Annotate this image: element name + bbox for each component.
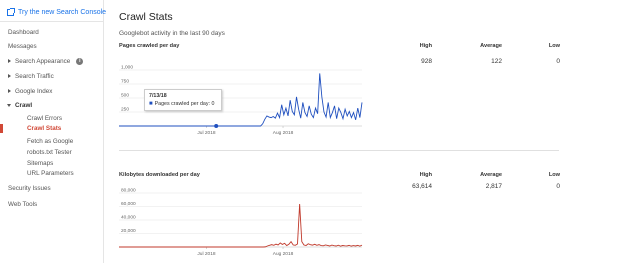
sidebar-item-url-parameters[interactable]: URL Parameters <box>27 170 74 177</box>
series-bullet-icon: ■ <box>149 101 153 107</box>
sidebar-item-label: Messages <box>8 43 37 50</box>
sidebar-item-search-appearance[interactable]: Search Appearance i <box>8 58 84 65</box>
external-link-icon <box>7 8 15 16</box>
sidebar-item-sitemaps[interactable]: Sitemaps <box>27 160 53 167</box>
kb-average-value: 2,817 <box>485 183 502 190</box>
sidebar-item-label: Dashboard <box>8 29 39 36</box>
sidebar-item-label: Crawl <box>15 102 33 109</box>
kb-high-column-header: High <box>419 172 432 178</box>
pages-x-tick-label: Aug 2018 <box>273 130 294 136</box>
kb-high-value: 63,614 <box>412 183 432 190</box>
page-title: Crawl Stats <box>119 11 173 23</box>
average-column-header: Average <box>480 43 502 49</box>
kb-low-column-header: Low <box>548 172 560 178</box>
sidebar-item-label: Sitemaps <box>27 160 54 167</box>
sidebar-item-label: Search Appearance <box>15 58 71 65</box>
collapse-caret-icon <box>7 104 11 107</box>
chart-tooltip: 7/13/18 ■ Pages crawled per day: 0 <box>144 89 222 111</box>
high-column-header: High <box>419 43 432 49</box>
expand-caret-icon <box>8 74 11 78</box>
sidebar-item-google-index[interactable]: Google Index <box>8 88 53 95</box>
kb-y-tick-label: 80,000 <box>121 188 136 194</box>
sidebar-item-search-traffic[interactable]: Search Traffic <box>8 73 54 80</box>
sidebar-item-label: Search Traffic <box>15 73 54 80</box>
pages-x-tick-label: Jul 2018 <box>197 130 215 136</box>
sidebar-item-robots-tester[interactable]: robots.txt Tester <box>27 149 72 156</box>
kilobytes-downloaded-chart[interactable]: 80,000 60,000 40,000 20,000 Jul 2018 Aug 2018 <box>104 185 374 263</box>
tooltip-text: Pages crawled per day: 0 <box>154 101 215 107</box>
pages-highlight-point <box>214 124 219 128</box>
tooltip-date: 7/13/18 <box>149 93 167 99</box>
try-new-label: Try the new Search Console <box>18 9 107 16</box>
kb-average-column-header: Average <box>480 172 502 178</box>
kb-chart-header: Kilobytes downloaded per day <box>119 172 200 178</box>
pages-y-tick-label: 1,000 <box>121 65 133 71</box>
kb-low-value: 0 <box>556 183 560 190</box>
pages-high-value: 928 <box>421 58 432 65</box>
sidebar-item-label: Web Tools <box>8 201 38 208</box>
kb-x-tick-label: Jul 2018 <box>197 251 215 257</box>
sidebar-divider <box>0 21 104 22</box>
sidebar-item-label: Security Issues <box>8 185 51 192</box>
main-content: Crawl Stats Googlebot activity in the la… <box>104 0 640 263</box>
sidebar-item-label: Fetch as Google <box>27 138 74 145</box>
sidebar-item-crawl[interactable]: Crawl <box>7 102 33 109</box>
expand-caret-icon <box>8 89 11 93</box>
kb-y-tick-label: 60,000 <box>121 201 136 207</box>
section-subtitle: Googlebot activity in the last 90 days <box>119 30 225 37</box>
sidebar-item-web-tools[interactable]: Web Tools <box>8 201 37 208</box>
sidebar-item-fetch-as-google[interactable]: Fetch as Google <box>27 138 73 145</box>
pages-y-tick-label: 250 <box>121 107 129 113</box>
active-item-marker <box>0 124 3 133</box>
sidebar: Try the new Search Console Dashboard Mes… <box>0 0 107 263</box>
sidebar-item-label: Crawl Errors <box>27 115 62 122</box>
pages-y-tick-label: 500 <box>121 93 129 99</box>
try-new-search-console-link[interactable]: Try the new Search Console <box>7 8 107 16</box>
info-icon[interactable]: i <box>76 58 84 65</box>
sidebar-item-label: URL Parameters <box>27 170 74 177</box>
sidebar-item-messages[interactable]: Messages <box>8 43 37 50</box>
sidebar-item-label: Google Index <box>15 88 53 95</box>
kb-y-tick-label: 40,000 <box>121 215 136 221</box>
kb-series-line <box>119 204 363 248</box>
section-divider <box>119 150 559 151</box>
kb-y-tick-label: 20,000 <box>121 228 136 234</box>
pages-chart-header: Pages crawled per day <box>119 43 180 49</box>
expand-caret-icon <box>8 59 11 63</box>
kb-x-tick-label: Aug 2018 <box>273 251 294 257</box>
pages-low-value: 0 <box>556 58 560 65</box>
sidebar-item-label: robots.txt Tester <box>27 149 72 156</box>
sidebar-item-crawl-stats[interactable]: Crawl Stats <box>27 125 61 132</box>
sidebar-item-security-issues[interactable]: Security Issues <box>8 185 51 192</box>
pages-average-value: 122 <box>491 58 502 65</box>
sidebar-item-label: Crawl Stats <box>27 125 62 132</box>
pages-y-tick-label: 750 <box>121 79 129 85</box>
sidebar-item-crawl-errors[interactable]: Crawl Errors <box>27 115 62 122</box>
sidebar-item-dashboard[interactable]: Dashboard <box>8 29 39 36</box>
low-column-header: Low <box>548 43 560 49</box>
